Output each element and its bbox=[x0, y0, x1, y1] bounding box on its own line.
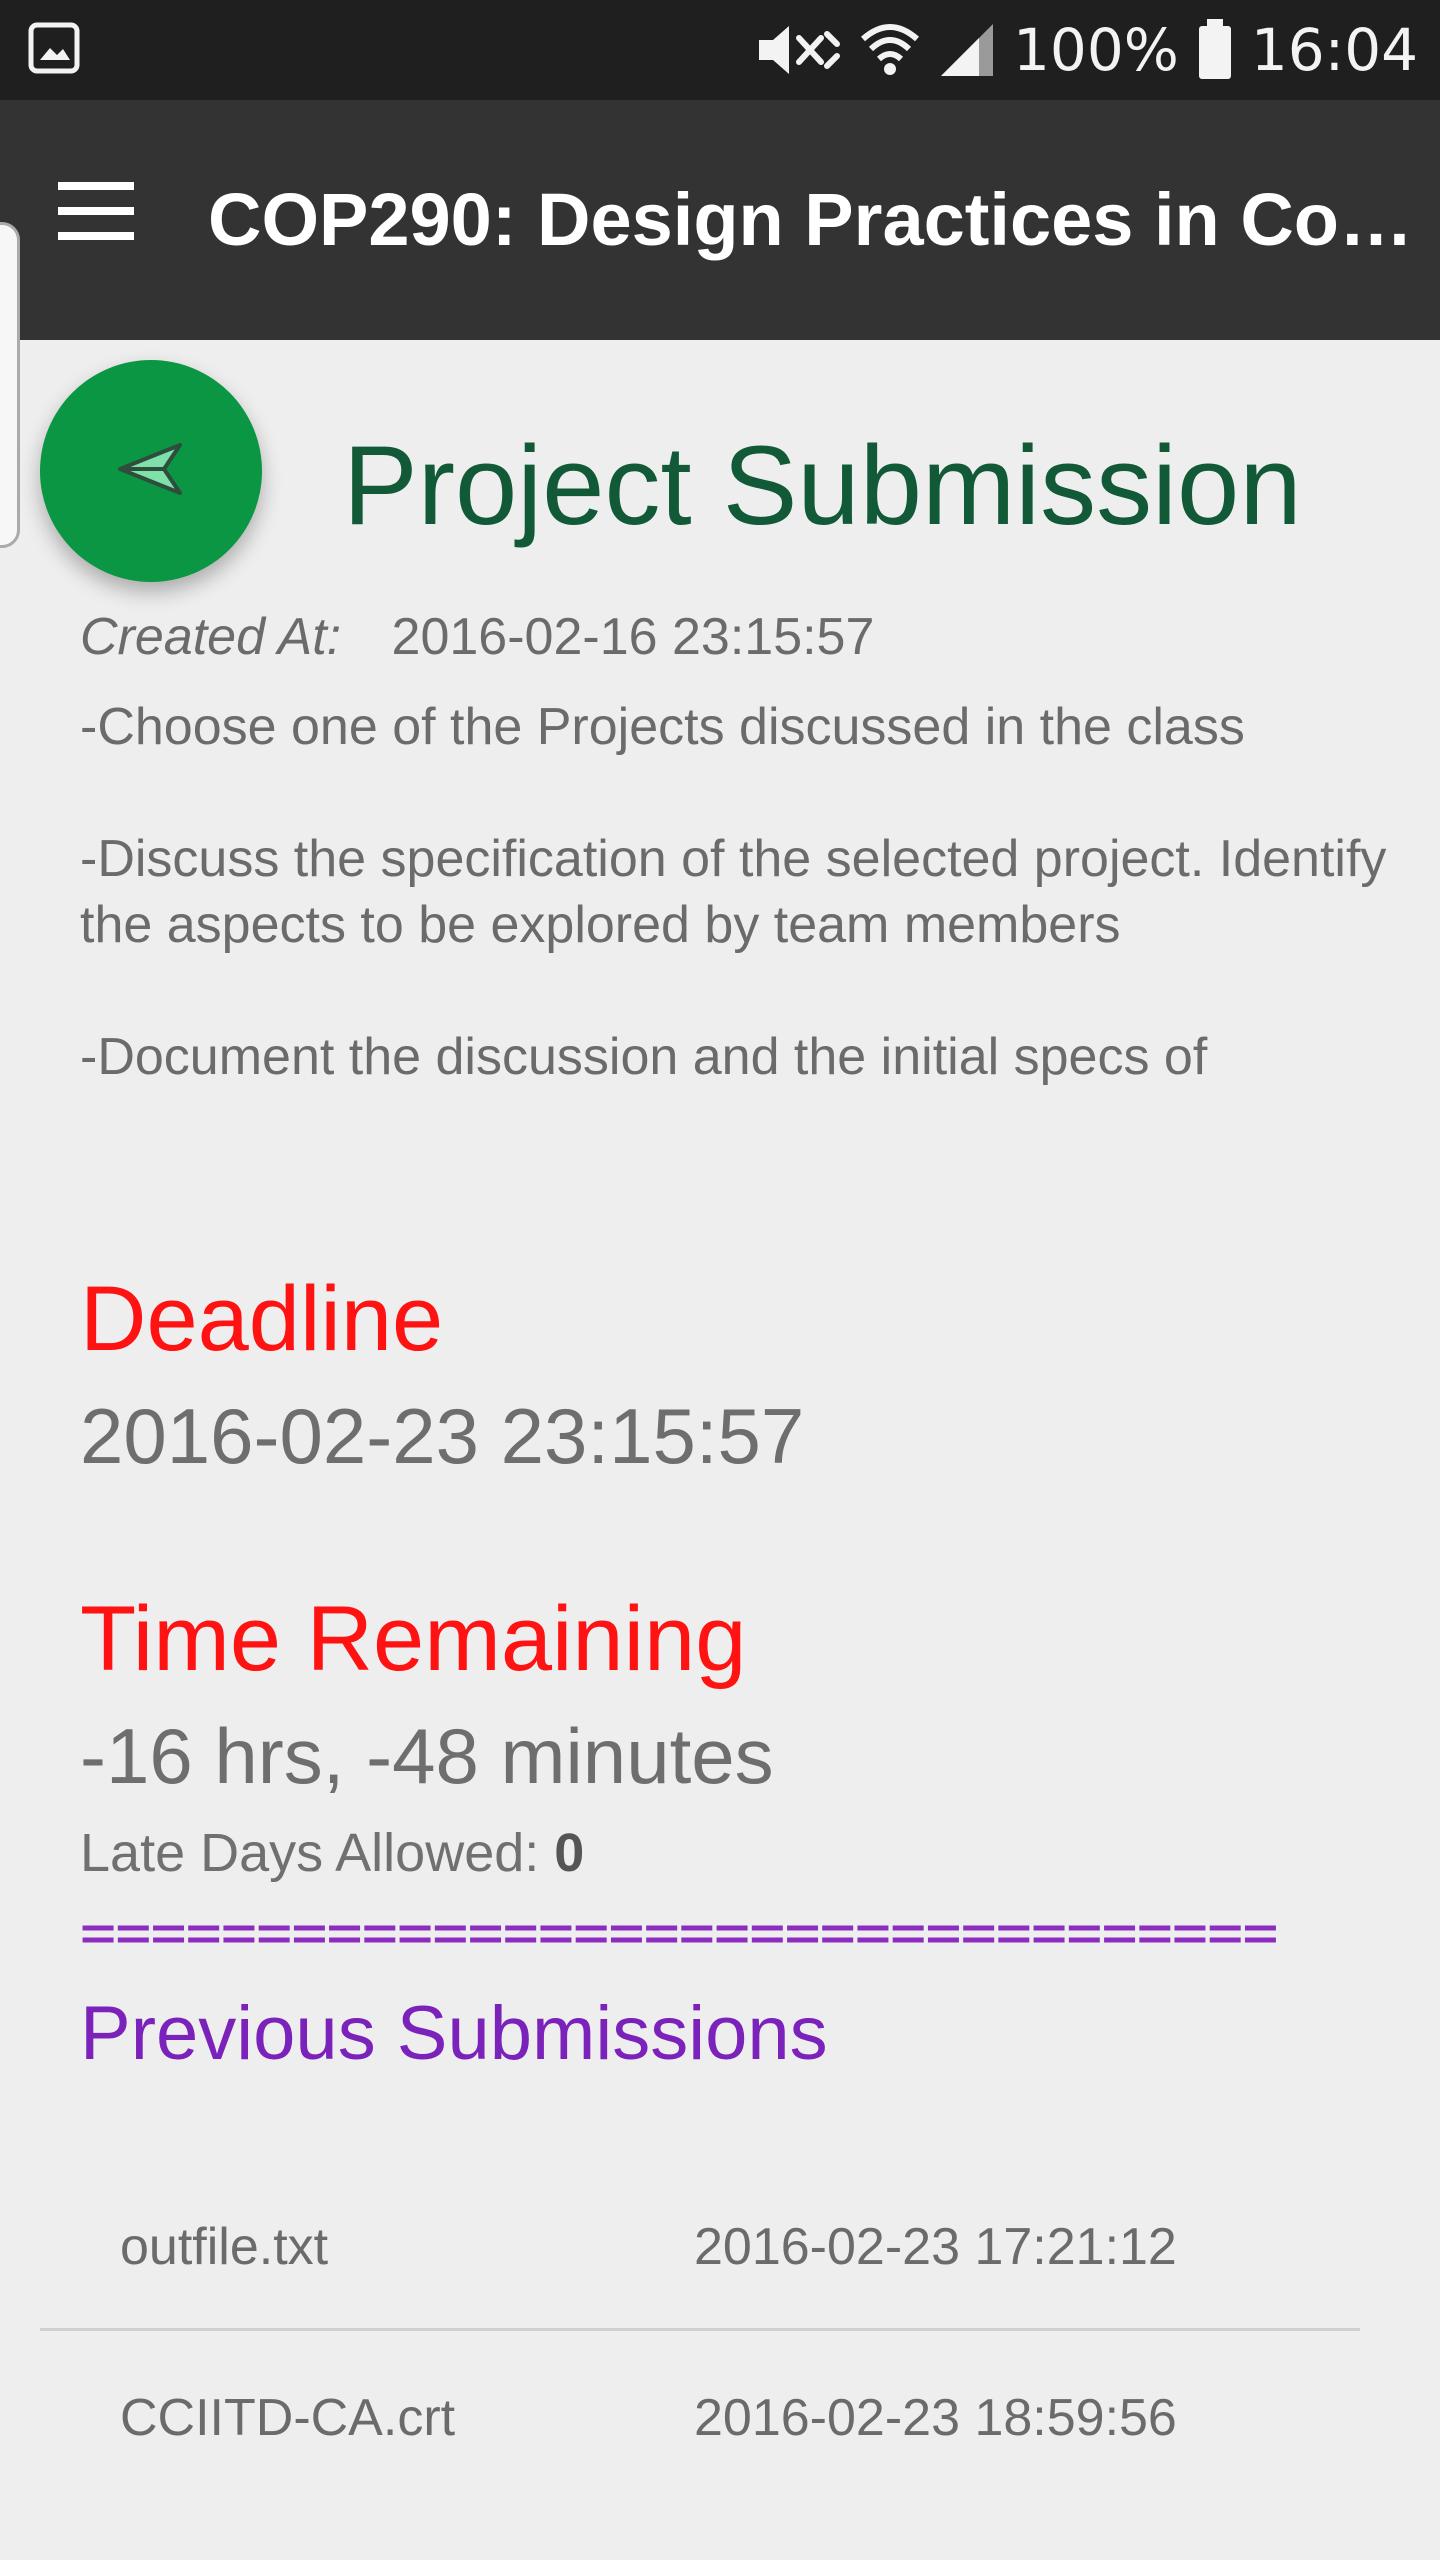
deadline-value: 2016-02-23 23:15:57 bbox=[80, 1392, 805, 1480]
description-paragraph: -Choose one of the Projects discussed in… bbox=[80, 698, 1245, 756]
previous-submissions-heading: Previous Submissions bbox=[80, 1991, 828, 2076]
clock: 16:04 bbox=[1250, 16, 1418, 84]
send-icon bbox=[116, 441, 186, 502]
list-item[interactable]: CCIITD-CA.crt 2016-02-23 18:59:56 bbox=[40, 2331, 1360, 2499]
submissions-list: outfile.txt 2016-02-23 17:21:12 CCIITD-C… bbox=[40, 2160, 1360, 2499]
description-paragraph: -Discuss the specification of the select… bbox=[80, 830, 1387, 954]
menu-icon[interactable] bbox=[58, 182, 134, 240]
time-remaining-heading: Time Remaining bbox=[80, 1588, 747, 1690]
battery-icon bbox=[1197, 19, 1233, 81]
submission-filename: CCIITD-CA.crt bbox=[120, 2389, 456, 2447]
list-item[interactable]: outfile.txt 2016-02-23 17:21:12 bbox=[40, 2160, 1360, 2331]
submission-filename: outfile.txt bbox=[120, 2218, 329, 2276]
signal-icon bbox=[939, 22, 995, 78]
created-at-value: 2016-02-16 23:15:57 bbox=[391, 608, 875, 666]
section-divider: ================================== bbox=[80, 1898, 1278, 1968]
submission-timestamp: 2016-02-23 18:59:56 bbox=[694, 2389, 1177, 2447]
description-paragraph: -Document the discussion and the initial… bbox=[80, 1028, 1208, 1086]
status-icons: 100% 16:04 bbox=[755, 0, 1418, 100]
status-bar: 100% 16:04 bbox=[0, 0, 1440, 100]
deadline-heading: Deadline bbox=[80, 1268, 444, 1370]
drawer-edge-handle[interactable] bbox=[0, 222, 20, 548]
mute-icon bbox=[755, 20, 841, 80]
late-days-allowed: Late Days Allowed: 0 bbox=[80, 1818, 584, 1888]
assignment-description: -Choose one of the Projects discussed in… bbox=[80, 694, 1400, 1156]
submission-timestamp: 2016-02-23 17:21:12 bbox=[694, 2218, 1177, 2276]
battery-percent: 100% bbox=[1013, 16, 1179, 84]
late-days-label: Late Days Allowed: bbox=[80, 1823, 540, 1883]
wifi-icon bbox=[859, 19, 921, 81]
created-at-label: Created At: bbox=[80, 608, 342, 666]
submit-fab-button[interactable] bbox=[40, 360, 262, 582]
time-remaining-value: -16 hrs, -48 minutes bbox=[80, 1712, 774, 1800]
page-title: Project Submission bbox=[343, 423, 1302, 548]
late-days-value: 0 bbox=[554, 1823, 585, 1883]
image-icon bbox=[28, 22, 80, 74]
app-title: COP290: Design Practices in Co… bbox=[208, 178, 1413, 261]
app-bar: COP290: Design Practices in Co… bbox=[0, 100, 1440, 340]
created-at-row: Created At: 2016-02-16 23:15:57 bbox=[80, 602, 874, 672]
